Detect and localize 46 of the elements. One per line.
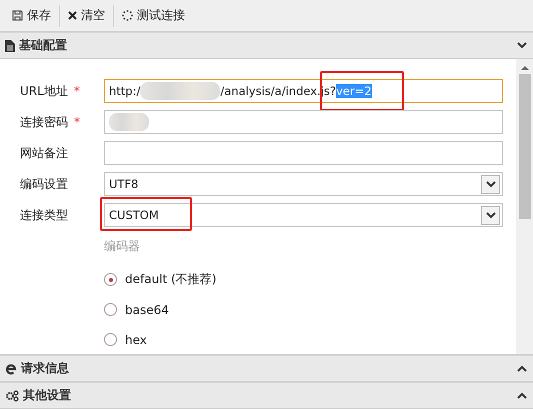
collapse-icon[interactable]	[486, 181, 496, 188]
section-title: 基础配置	[19, 37, 68, 54]
collapse-icon[interactable]	[486, 212, 496, 219]
field-label: 连接密码	[20, 114, 68, 128]
field-label: URL地址	[20, 84, 68, 98]
e-icon	[5, 362, 17, 374]
field-label: 连接类型	[20, 208, 68, 222]
field-text: http:/	[109, 84, 140, 98]
dropdown-button[interactable]	[481, 175, 500, 194]
expand-icon[interactable]	[517, 392, 527, 399]
input-field[interactable]	[104, 141, 503, 165]
field-label: 编码设置	[20, 176, 68, 190]
dropdown-button[interactable]	[481, 206, 500, 225]
save-icon	[12, 10, 23, 21]
toolbar-button[interactable]: 测试连接	[114, 4, 193, 28]
group-label: 编码器	[104, 238, 141, 255]
spinner-icon	[122, 10, 133, 21]
select-field[interactable]: UTF8	[104, 172, 503, 196]
section-header[interactable]: 其他设置	[0, 382, 533, 409]
section-header[interactable]: 请求信息	[0, 355, 533, 382]
blurred-area	[109, 113, 149, 131]
radio-icon[interactable]	[104, 333, 117, 346]
expand-icon[interactable]	[517, 365, 527, 372]
section-header[interactable]: 基础配置	[0, 32, 533, 59]
close-icon	[68, 11, 77, 20]
select-value: CUSTOM	[109, 208, 159, 222]
radio-option[interactable]: base64	[104, 298, 503, 321]
select-value: UTF8	[109, 177, 138, 191]
section-title: 请求信息	[21, 360, 70, 377]
toolbar-button[interactable]: 清空	[60, 4, 113, 28]
toolbar-button[interactable]: 保存	[4, 4, 59, 28]
input-field[interactable]	[104, 110, 503, 134]
select-field[interactable]: CUSTOM	[104, 203, 503, 227]
radio-option[interactable]: default (不推荐)	[104, 268, 503, 291]
gears-icon	[5, 390, 19, 402]
required-mark: *	[74, 114, 80, 128]
scrollbar[interactable]	[516, 59, 533, 354]
section-title: 其他设置	[23, 387, 72, 404]
scroll-up-icon[interactable]	[520, 65, 528, 70]
radio-icon[interactable]	[104, 303, 117, 316]
radio-option[interactable]: hex	[104, 328, 503, 351]
radio-icon[interactable]	[104, 273, 117, 286]
collapse-icon[interactable]	[517, 42, 527, 49]
field-label: 网站备注	[20, 146, 68, 160]
required-mark: *	[74, 84, 80, 98]
document-icon	[5, 40, 15, 52]
